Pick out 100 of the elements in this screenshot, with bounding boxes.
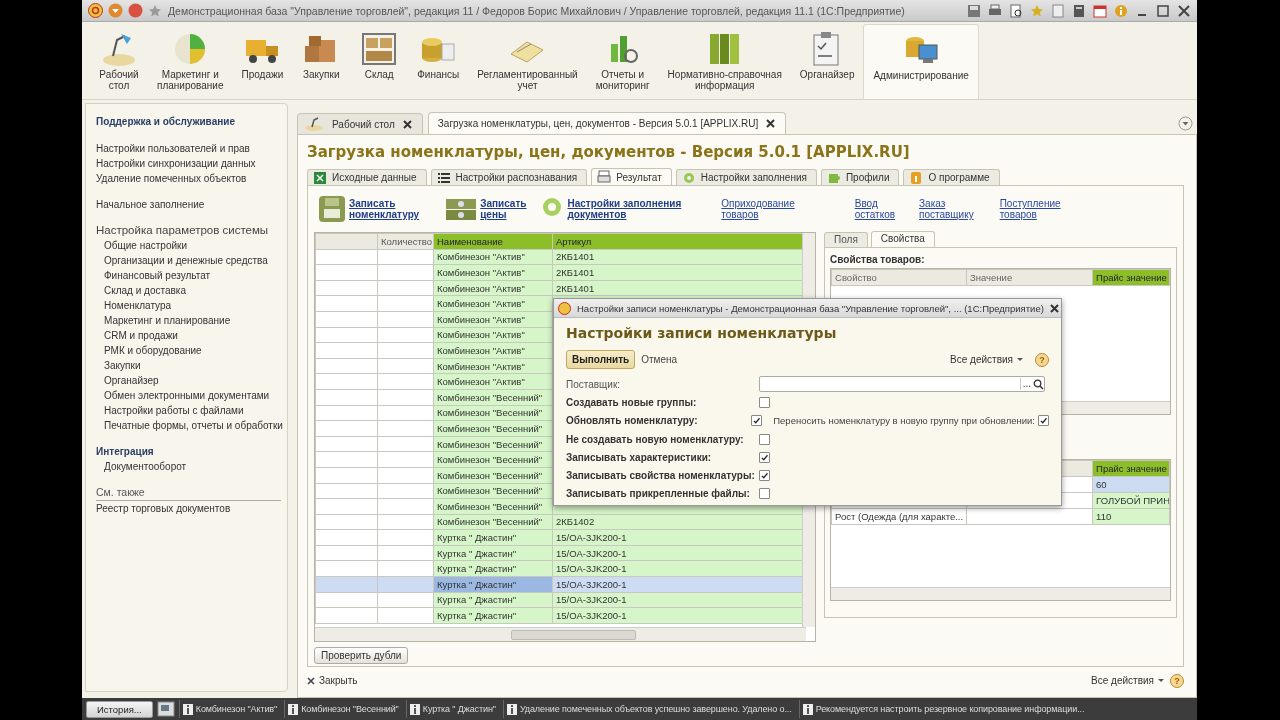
sidebar-link[interactable]: Удаление помеченных объектов (96, 171, 281, 186)
column-header: Прайс значение (1092, 269, 1170, 286)
status-message[interactable]: Удаление помеченных объектов успешно завершено. Удалено о... (502, 700, 795, 718)
dialog-heading: Настройки записи номенклатуры (566, 325, 838, 341)
section-heading: Поддержка и обслуживание (96, 115, 236, 129)
app-logo-icon (558, 301, 571, 315)
section-tab[interactable]: Органайзер (790, 24, 864, 99)
section-tab[interactable]: Отчеты и мониторинг (586, 24, 659, 99)
section-tab[interactable]: Администрирование (863, 24, 979, 99)
form-tab[interactable]: Настройки распознавания (430, 169, 588, 185)
checkbox[interactable] (1038, 415, 1049, 427)
sidebar-link[interactable]: РМК и оборудование (96, 343, 281, 358)
cancel-button[interactable]: Отмена (641, 354, 678, 365)
sidebar-link[interactable]: Настройки пользователей и прав (96, 141, 281, 156)
form-tab[interactable]: Исходные данные (307, 169, 427, 185)
form-tab[interactable]: Настройки заполнения (675, 169, 817, 185)
checkbox[interactable] (751, 415, 763, 427)
command-link[interactable]: Поступление товаров (999, 198, 1061, 220)
all-actions-menu[interactable]: Все действия (950, 354, 1023, 365)
spreadsheet-icon (313, 170, 327, 185)
status-message[interactable]: Куртка " Джастин" (405, 700, 499, 718)
panel-tab[interactable]: Поля (824, 232, 868, 247)
close-button[interactable]: Закрыть (307, 675, 358, 686)
section-heading: См. также (96, 485, 281, 501)
info-icon (409, 703, 420, 715)
status-message[interactable]: Комбинезон "Весенний" (284, 700, 402, 718)
panel-tab[interactable]: Свойства (870, 231, 935, 247)
calendar-icon[interactable] (1093, 3, 1107, 18)
run-button[interactable]: Выполнить (566, 350, 636, 369)
section-tab[interactable]: Продажи (232, 24, 293, 99)
app-logo-icon (88, 3, 103, 18)
sidebar-link[interactable]: Настройки синхронизации данных (96, 156, 281, 171)
form-tab[interactable]: О программе (903, 169, 1000, 185)
sidebar-link[interactable]: Закупки (96, 358, 281, 373)
check-duplicates-button[interactable]: Проверить дубли (314, 647, 409, 664)
maximize-icon[interactable] (1156, 3, 1170, 18)
checkbox[interactable] (759, 433, 770, 445)
command-link[interactable]: Оприходование товаров (721, 198, 795, 220)
dropdown-icon[interactable] (108, 3, 123, 18)
section-tab[interactable]: Закупки (292, 24, 351, 99)
section-tab[interactable]: Финансы (408, 24, 469, 99)
checkbox[interactable] (759, 488, 770, 500)
sidebar-link[interactable]: Общие настройки (96, 238, 281, 253)
printer-icon[interactable] (988, 3, 1002, 18)
document-tab[interactable]: Загрузка номенклатуры, цен, документов - Версия 5.0.1 [APPLIX.RU] (427, 112, 787, 134)
command-link[interactable]: Настройки заполнения документов (567, 198, 682, 220)
info-icon (182, 703, 193, 715)
windows-icon[interactable] (156, 701, 175, 717)
status-message[interactable]: Комбинезон "Актив" (178, 700, 281, 718)
sidebar-link[interactable]: Склад и доставка (96, 283, 281, 298)
sidebar-link[interactable]: Финансовый результат (96, 268, 281, 283)
command-link[interactable]: Записать номенклатуру (349, 198, 420, 220)
sidebar-link[interactable]: Начальное заполнение (96, 197, 281, 212)
star-icon[interactable] (1030, 3, 1044, 18)
section-tab[interactable]: Регламентированный учет (468, 24, 587, 99)
info-icon (802, 703, 813, 715)
calculator-icon[interactable] (1072, 3, 1086, 18)
section-tab[interactable]: Рабочий стол (90, 24, 148, 99)
checkbox[interactable] (759, 396, 770, 408)
help-button[interactable]: ? (1035, 352, 1049, 367)
document-tab[interactable]: Рабочий стол (297, 113, 423, 134)
option-label: Записывать характеристики: (566, 451, 713, 463)
window-title: Демонстрационная база "Управление торговлей", редакция 11 / Федоров Борис Михайлович / Управление торговлей, редакция 11.1 (1С:Предприятие) (168, 4, 906, 17)
preview-icon[interactable] (1009, 3, 1023, 18)
sidebar-link[interactable]: Органайзер (96, 373, 281, 388)
info-icon (506, 703, 517, 715)
section-tab[interactable]: Маркетинг и планирование (148, 24, 233, 99)
info-icon (288, 703, 299, 715)
help-button[interactable]: ? (1170, 673, 1184, 688)
checkbox[interactable] (759, 470, 770, 482)
command-link[interactable]: Ввод остатков (854, 198, 896, 220)
option-label: Создавать новые группы: (566, 396, 698, 408)
star-icon[interactable] (148, 3, 162, 18)
desk-lamp-icon (304, 117, 324, 131)
section-tab[interactable]: Склад (350, 24, 409, 99)
sidebar-link[interactable]: Обмен электронными документами (96, 388, 281, 403)
section-heading: Интеграция (96, 445, 155, 459)
dropdown-icon[interactable] (1178, 116, 1193, 131)
sidebar-link[interactable]: Маркетинг и планирование (96, 313, 281, 328)
section-tab[interactable]: Нормативно-справочная информация (658, 24, 791, 99)
command-link[interactable]: Заказ поставщику (919, 198, 974, 220)
sidebar-link[interactable]: Организации и денежные средства (96, 253, 281, 268)
search-icon[interactable] (1033, 378, 1044, 390)
command-link[interactable]: Записать цены (480, 198, 527, 220)
supplier-field[interactable]: ... (759, 376, 1045, 393)
all-actions-menu[interactable]: Все действия (1091, 675, 1164, 686)
sidebar-link[interactable]: CRM и продажи (96, 328, 281, 343)
sidebar-link[interactable]: Номенклатура (96, 298, 281, 313)
sidebar-link[interactable]: Печатные формы, отчеты и обработки (96, 418, 281, 433)
form-tab[interactable]: Профили (820, 169, 900, 185)
sidebar-link[interactable]: Документооборот (96, 459, 281, 474)
sidebar-link[interactable]: Реестр торговых документов (96, 501, 281, 516)
save-icon[interactable] (967, 3, 981, 18)
form-tab[interactable]: Результат (591, 168, 672, 185)
sidebar-link[interactable]: Настройки работы с файлами (96, 403, 281, 418)
option-label: Переносить номенклатуру в новую группу при обновлении: (773, 415, 1035, 427)
checkbox[interactable] (759, 451, 770, 463)
column-header: Наименование (433, 233, 553, 250)
status-message[interactable]: Рекомендуется настроить резервное копирование информации... (798, 700, 1088, 718)
history-button[interactable]: История... (86, 700, 153, 718)
